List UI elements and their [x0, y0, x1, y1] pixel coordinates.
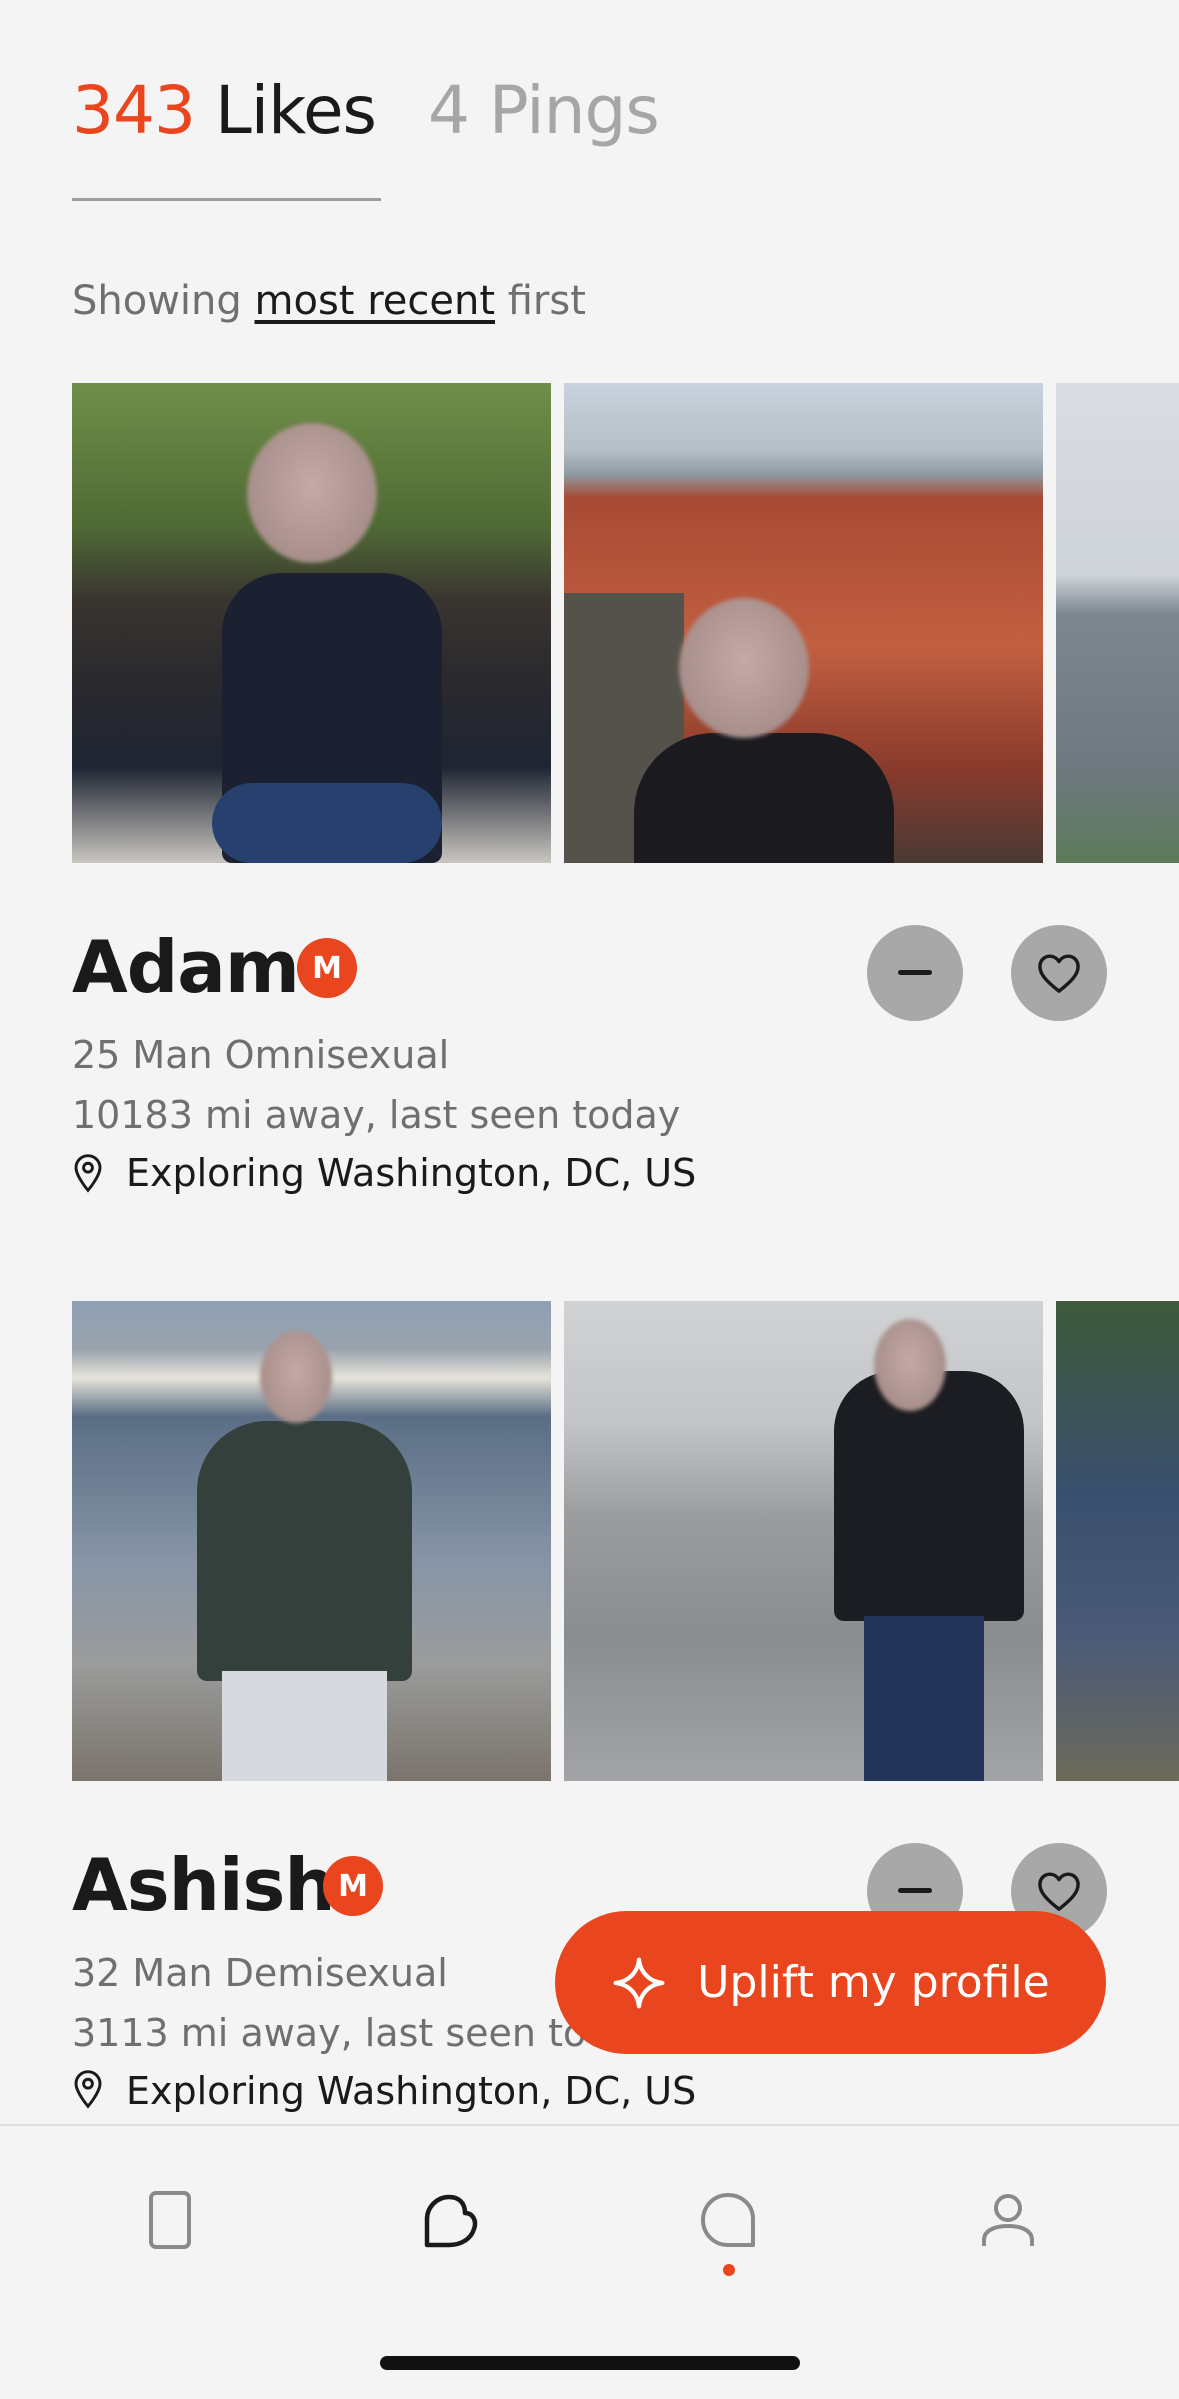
sort-suffix: first [507, 278, 586, 324]
chat-icon [701, 2193, 755, 2247]
profile-details: 32 Man Demisexual [72, 1951, 448, 1995]
location-pin-icon [74, 1154, 102, 1193]
sparkle-icon [613, 1957, 665, 2008]
bottom-navigation [0, 2124, 1179, 2399]
profile-icon [982, 2194, 1034, 2246]
location-text: Exploring Washington, DC, US [126, 2069, 697, 2113]
profile-name: Ashish [72, 1843, 336, 1927]
profile-photo[interactable] [1056, 383, 1179, 863]
profile-photo[interactable] [72, 383, 551, 863]
heart-icon [1038, 954, 1080, 993]
uplift-profile-button[interactable]: Uplift my profile [555, 1911, 1106, 2054]
blurred-face [260, 1331, 332, 1423]
chat-notification-dot [723, 2264, 735, 2276]
profile-name: Adam [72, 925, 300, 1009]
home-indicator[interactable] [380, 2356, 800, 2370]
profile-photo[interactable] [564, 1301, 1043, 1781]
membership-badge: M [297, 938, 357, 998]
minus-icon [898, 970, 932, 975]
tab-pings[interactable]: 4 Pings [428, 78, 660, 144]
blurred-face [247, 423, 377, 563]
cards-icon [149, 2191, 191, 2249]
nav-profile[interactable] [968, 2180, 1048, 2260]
location-pin-icon [74, 2070, 102, 2109]
profile-location: Exploring Washington, DC, US [72, 1151, 696, 1195]
profile-photo[interactable] [564, 383, 1043, 863]
dismiss-button[interactable] [867, 925, 963, 1021]
tab-likes[interactable]: 343 Likes [72, 78, 377, 144]
blurred-face [874, 1319, 946, 1411]
heart-icon [1038, 1872, 1080, 1911]
profile-details: 25 Man Omnisexual [72, 1033, 450, 1077]
sort-description: Showing most recent first [72, 278, 586, 324]
profile-distance: 10183 mi away, last seen today [72, 1093, 681, 1137]
likes-count: 343 [72, 72, 196, 149]
uplift-label: Uplift my profile [697, 1957, 1050, 2008]
profile-location: Exploring Washington, DC, US [72, 2069, 696, 2119]
nav-cards[interactable] [130, 2180, 210, 2260]
blurred-face [679, 598, 809, 738]
likes-pings-tabs: 343 Likes 4 Pings [72, 78, 711, 144]
likes-icon [424, 2194, 478, 2248]
profile-photo[interactable] [72, 1301, 551, 1781]
location-text: Exploring Washington, DC, US [126, 1151, 697, 1195]
sort-prefix: Showing [72, 278, 242, 324]
active-tab-underline [72, 198, 381, 201]
nav-chat[interactable] [688, 2180, 768, 2260]
membership-badge: M [323, 1856, 383, 1916]
like-button[interactable] [1011, 925, 1107, 1021]
pings-label: Pings [488, 72, 660, 149]
photo-carousel[interactable] [72, 383, 1179, 863]
profile-photo[interactable] [1056, 1301, 1179, 1781]
likes-label: Likes [214, 72, 377, 149]
minus-icon [898, 1888, 932, 1893]
nav-likes[interactable] [410, 2180, 490, 2260]
photo-carousel[interactable] [72, 1301, 1179, 1781]
sort-order-link[interactable]: most recent [255, 278, 496, 324]
pings-count: 4 [427, 72, 470, 149]
